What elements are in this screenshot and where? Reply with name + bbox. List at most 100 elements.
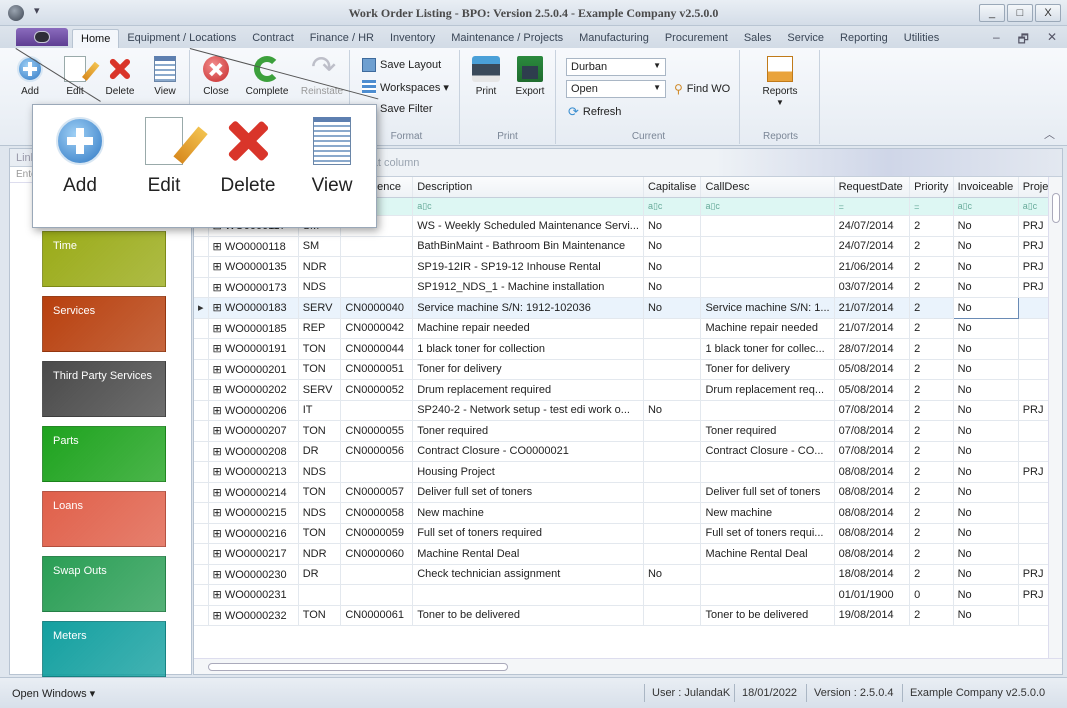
cell-pri[interactable]: 2 [909, 236, 954, 257]
cell-cap[interactable] [643, 502, 702, 524]
expand-row-icon[interactable]: ⊞ [213, 487, 225, 499]
cell-ref[interactable] [340, 400, 414, 421]
location-select[interactable]: Durban ▼ [566, 58, 666, 76]
tab-contract[interactable]: Contract [244, 29, 302, 48]
table-row[interactable]: ⊞ WO0000118 SM BathBinMaint - Bathroom Bin… [194, 236, 1062, 257]
filter-cell[interactable]: a▯c [412, 197, 644, 216]
cell-calldesc[interactable]: Deliver full set of toners [700, 482, 835, 503]
cell-pri[interactable]: 2 [909, 256, 954, 278]
cell-cap[interactable] [643, 523, 702, 544]
column-header[interactable]: Priority [909, 177, 954, 198]
tile-time[interactable]: Time [42, 231, 166, 287]
expand-row-icon[interactable]: ⊞ [213, 425, 225, 437]
table-row[interactable]: ⊞ WO0000217 NDR CN0000060 Machine Rental De… [194, 543, 1062, 565]
cell-inv[interactable]: No [953, 277, 1019, 298]
cell-calldesc[interactable]: Machine Rental Deal [700, 543, 835, 565]
expand-row-icon[interactable]: ⊞ [213, 466, 225, 478]
cell-ref[interactable]: CN0000061 [340, 605, 414, 626]
cell-date[interactable]: 08/08/2014 [834, 461, 911, 483]
cell-inv[interactable]: No [953, 318, 1019, 339]
cell-inv[interactable]: No [953, 420, 1019, 442]
cell-type[interactable]: NDR [298, 256, 342, 278]
cell-cap[interactable] [643, 338, 702, 360]
cell-calldesc[interactable]: Toner for delivery [700, 359, 835, 380]
cell-date[interactable]: 21/07/2014 [834, 297, 911, 319]
cell-wo[interactable]: ⊞ WO0000173 [208, 277, 299, 298]
cell-desc[interactable]: Check technician assignment [412, 564, 644, 585]
cell-cap[interactable]: No [643, 564, 702, 585]
cell-ref[interactable]: CN0000056 [340, 441, 414, 462]
cell-pri[interactable]: 2 [909, 420, 954, 442]
expand-row-icon[interactable]: ⊞ [213, 323, 225, 335]
open-windows-button[interactable]: Open Windows ▾ [12, 687, 95, 700]
tab-service[interactable]: Service [779, 29, 832, 48]
cell-ref[interactable] [340, 277, 414, 298]
expand-row-icon[interactable]: ⊞ [213, 241, 225, 253]
cell-wo[interactable]: ⊞ WO0000201 [208, 359, 299, 380]
cell-ref[interactable]: CN0000044 [340, 338, 414, 360]
cell-date[interactable]: 01/01/1900 [834, 584, 911, 606]
cell-pri[interactable]: 2 [909, 564, 954, 585]
row-indicator[interactable] [194, 318, 209, 339]
cell-cap[interactable] [643, 441, 702, 462]
cell-cap[interactable] [643, 584, 702, 606]
cell-pri[interactable]: 2 [909, 297, 954, 319]
cell-desc[interactable]: Deliver full set of toners [412, 482, 644, 503]
cell-inv[interactable]: No [953, 461, 1019, 483]
cell-cap[interactable] [643, 461, 702, 483]
row-indicator[interactable] [194, 584, 209, 606]
cell-inv[interactable]: No [953, 338, 1019, 360]
cell-desc[interactable]: WS - Weekly Scheduled Maintenance Servi.… [412, 215, 644, 237]
cell-type[interactable]: SERV [298, 379, 342, 401]
print-button[interactable]: Print [466, 56, 506, 97]
row-indicator[interactable] [194, 564, 209, 585]
maximize-button[interactable]: □ [1007, 4, 1033, 22]
tile-services[interactable]: Services [42, 296, 166, 352]
table-row[interactable]: ⊞ WO0000191 TON CN0000044 1 black toner for… [194, 338, 1062, 360]
cell-pri[interactable]: 2 [909, 215, 954, 237]
cell-inv[interactable]: No [953, 215, 1019, 237]
cell-calldesc[interactable]: Toner required [700, 420, 835, 442]
table-row[interactable]: ⊞ WO0000230 DR Check technician assignment… [194, 564, 1062, 585]
tab-utilities[interactable]: Utilities [896, 29, 947, 48]
cell-type[interactable]: TON [298, 523, 342, 544]
collapse-ribbon-icon[interactable]: ︿ [1044, 126, 1055, 142]
tile-third-party-services[interactable]: Third Party Services [42, 361, 166, 417]
cell-calldesc[interactable]: New machine [700, 502, 835, 524]
expand-row-icon[interactable]: ⊞ [213, 302, 225, 314]
cell-calldesc[interactable]: 1 black toner for collec... [700, 338, 835, 360]
row-indicator[interactable] [194, 420, 209, 442]
expand-row-icon[interactable]: ⊞ [213, 343, 225, 355]
column-header[interactable]: Description [412, 177, 644, 198]
cell-ref[interactable]: CN0000058 [340, 502, 414, 524]
cell-calldesc[interactable]: Contract Closure - CO... [700, 441, 835, 462]
cell-date[interactable]: 24/07/2014 [834, 215, 911, 237]
cell-type[interactable]: TON [298, 482, 342, 503]
cell-inv[interactable]: No [953, 441, 1019, 462]
cell-calldesc[interactable] [700, 400, 835, 421]
cell-ref[interactable] [340, 564, 414, 585]
cell-date[interactable]: 21/06/2014 [834, 256, 911, 278]
cell-calldesc[interactable]: Machine repair needed [700, 318, 835, 339]
table-row[interactable]: ⊞ WO0000207 TON CN0000055 Toner required Ton… [194, 420, 1062, 442]
cell-pri[interactable]: 2 [909, 379, 954, 401]
row-indicator[interactable] [194, 277, 209, 298]
cell-cap[interactable] [643, 482, 702, 503]
complete-button[interactable]: Complete [242, 56, 292, 97]
cell-ref[interactable]: CN0000055 [340, 420, 414, 442]
cell-desc[interactable]: SP240-2 - Network setup - test edi work … [412, 400, 644, 421]
cell-type[interactable]: TON [298, 420, 342, 442]
cell-type[interactable]: DR [298, 441, 342, 462]
cell-cap[interactable]: No [643, 400, 702, 421]
tile-meters[interactable]: Meters [42, 621, 166, 677]
cell-desc[interactable]: BathBinMaint - Bathroom Bin Maintenance [412, 236, 644, 257]
cell-type[interactable]: SM [298, 236, 342, 257]
cell-desc[interactable]: Toner for delivery [412, 359, 644, 380]
tab-procurement[interactable]: Procurement [657, 29, 736, 48]
cell-wo[interactable]: ⊞ WO0000216 [208, 523, 299, 544]
cell-inv[interactable]: No [953, 379, 1019, 401]
expand-row-icon[interactable]: ⊞ [213, 282, 225, 294]
filter-cell[interactable]: a▯c [643, 197, 702, 216]
cell-ref[interactable]: CN0000052 [340, 379, 414, 401]
table-row[interactable]: ⊞ WO0000232 TON CN0000061 Toner to be deliv… [194, 605, 1062, 626]
